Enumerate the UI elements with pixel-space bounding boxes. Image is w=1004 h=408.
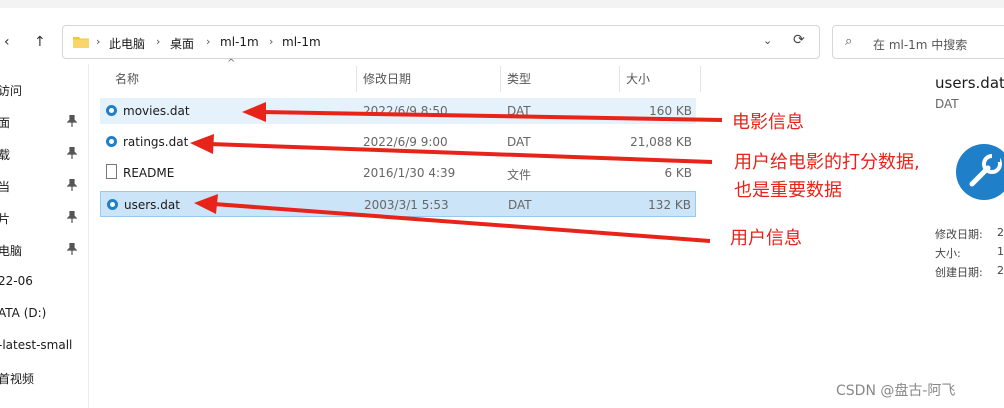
watermark: CSDN @盘古-阿飞 xyxy=(836,383,956,399)
arrowhead-ratings xyxy=(190,134,214,154)
arrow-users xyxy=(213,202,711,243)
annotation-ratings-line1: 用户给电影的打分数据, xyxy=(734,152,920,173)
annotation-movies: 电影信息 xyxy=(732,112,804,133)
annotation-arrows xyxy=(190,102,723,243)
annotation-ratings-line2: 也是重要数据 xyxy=(734,180,842,201)
arrowhead-movies xyxy=(242,102,266,122)
arrow-ratings xyxy=(209,142,713,164)
annotation-users: 用户信息 xyxy=(730,228,802,249)
arrowhead-users xyxy=(194,194,218,214)
arrow-movies xyxy=(261,110,723,122)
